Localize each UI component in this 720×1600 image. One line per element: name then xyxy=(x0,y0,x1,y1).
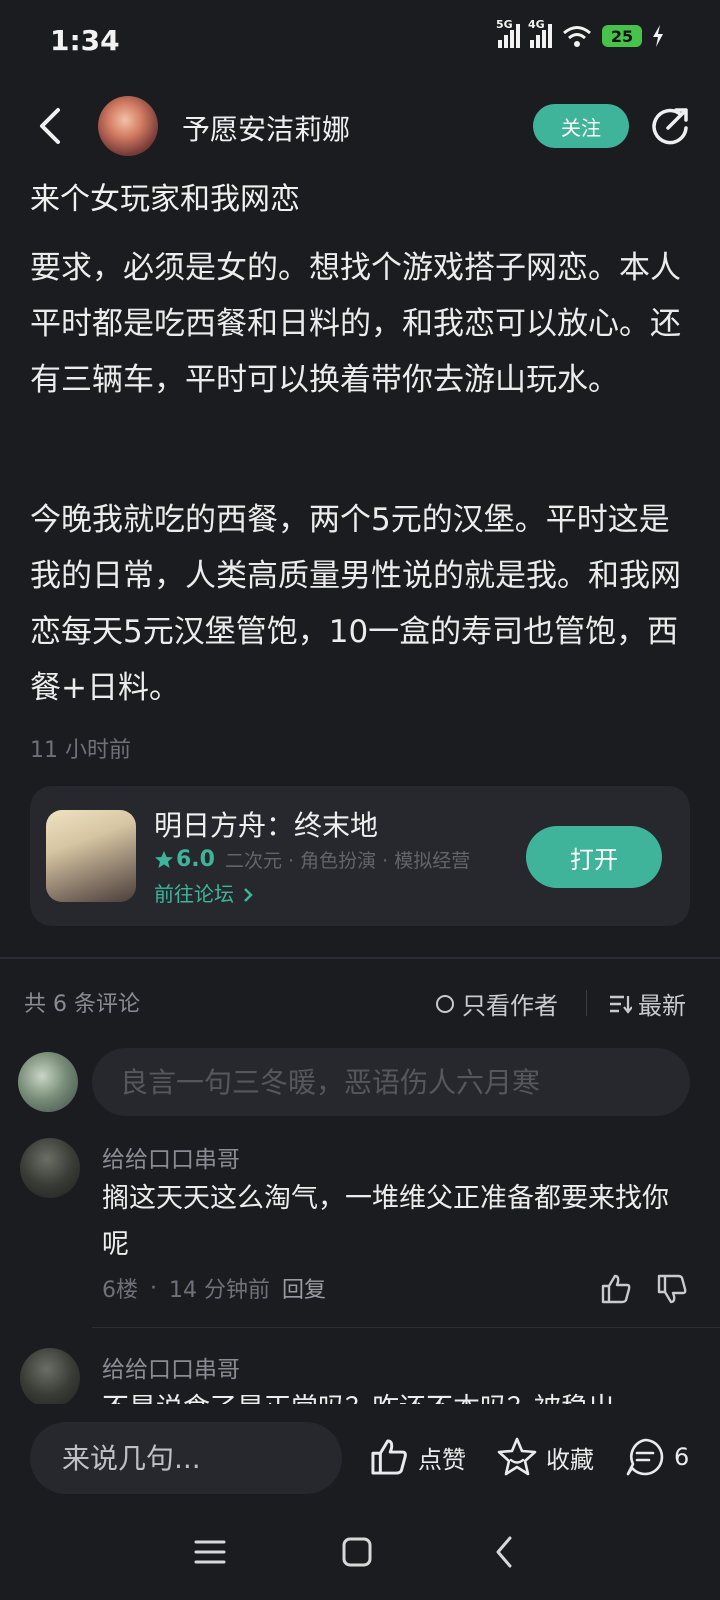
thumbs-down-icon[interactable] xyxy=(655,1272,689,1306)
game-rating: 6.0 二次元 · 角色扮演 · 模拟经营 xyxy=(154,846,470,873)
collect-button[interactable]: 收藏 xyxy=(496,1436,594,1478)
menu-icon[interactable] xyxy=(192,1536,228,1568)
sort-icon xyxy=(610,995,632,1014)
commenter-name[interactable]: 给给口口串哥 xyxy=(102,1350,240,1384)
battery-icon: 25 xyxy=(602,25,642,47)
comment-meta: 6楼 · 14 分钟前 回复 xyxy=(102,1272,326,1304)
forum-link[interactable]: 前往论坛 xyxy=(154,878,254,907)
game-tags: 二次元 · 角色扮演 · 模拟经营 xyxy=(224,850,471,872)
comment-text: 不是说食了是正常吗？咋还不本吗？被稳出 xyxy=(102,1386,692,1406)
reply-button[interactable]: 回复 xyxy=(282,1272,326,1304)
post-title: 来个女玩家和我网恋 xyxy=(30,182,300,217)
comment-text: 搁这天天这么淘气，一堆维父正准备都要来找你呢 xyxy=(102,1183,669,1260)
chevron-right-icon xyxy=(244,888,254,902)
follow-button[interactable]: 关注 xyxy=(533,104,629,148)
wifi-icon xyxy=(563,26,591,47)
post-paragraph-1: 要求，必须是女的。想找个游戏搭子网恋。本人平时都是吃西餐和日料的，和我恋可以放心… xyxy=(30,250,681,398)
comment-separator xyxy=(92,1327,720,1328)
star-outline-icon xyxy=(497,1437,537,1476)
signal-4g-icon: 4G xyxy=(528,18,552,48)
network-5g-label: 5G xyxy=(496,18,513,31)
comment-count: 共 6 条评论 xyxy=(24,992,140,1017)
like-button[interactable]: 点赞 xyxy=(368,1436,466,1478)
back-arrow-icon[interactable] xyxy=(32,104,72,148)
home-icon[interactable] xyxy=(340,1536,374,1568)
sort-label: 最新 xyxy=(638,992,686,1020)
thumbs-up-icon xyxy=(371,1439,407,1475)
system-nav-bar xyxy=(0,1516,720,1600)
status-icons: 5G 4G 25 xyxy=(496,18,664,48)
collect-label: 收藏 xyxy=(546,1445,594,1474)
charging-icon xyxy=(653,25,663,47)
game-card[interactable]: 明日方舟：终末地 6.0 二次元 · 角色扮演 · 模拟经营 前往论坛 打开 xyxy=(30,786,690,926)
commenter-avatar[interactable] xyxy=(20,1348,80,1406)
author-name[interactable]: 予愿安洁莉娜 xyxy=(182,108,350,148)
share-icon[interactable] xyxy=(650,106,690,146)
star-icon xyxy=(155,850,173,868)
network-4g-label: 4G xyxy=(528,18,545,31)
bottom-comment-input[interactable] xyxy=(30,1422,342,1494)
game-name: 明日方舟：终末地 xyxy=(154,809,379,842)
thumbs-up-icon[interactable] xyxy=(599,1272,633,1306)
post-paragraph-2: 今晚我就吃的西餐，两个5元的汉堡。平时这是我的日常，人类高质量男性说的就是我。和… xyxy=(30,502,681,706)
status-time: 1:34 xyxy=(50,24,120,57)
section-divider xyxy=(0,957,720,959)
bottom-action-bar: 点赞 收藏 6 xyxy=(0,1404,720,1524)
comment-time: 14 分钟前 xyxy=(169,1278,270,1303)
radio-circle-icon xyxy=(436,994,454,1013)
comments-button[interactable]: 6 xyxy=(624,1436,689,1478)
game-score: 6.0 xyxy=(176,847,215,872)
comment-bubble-icon xyxy=(626,1438,664,1476)
comment-2-clip: 给给口口串哥 不是说食了是正常吗？咋还不本吗？被稳出 xyxy=(0,1336,720,1406)
signal-5g-icon: 5G xyxy=(496,18,520,48)
header-separator xyxy=(586,990,587,1016)
only-author-label: 只看作者 xyxy=(462,992,558,1020)
my-avatar xyxy=(18,1052,78,1112)
back-nav-icon[interactable] xyxy=(492,1534,518,1570)
commenter-avatar[interactable] xyxy=(20,1138,80,1198)
status-bar: 1:34 5G 4G 25 xyxy=(0,0,720,84)
only-author-toggle[interactable]: 只看作者 xyxy=(436,986,558,1021)
comment-floor: 6楼 xyxy=(102,1278,138,1303)
author-avatar[interactable] xyxy=(98,96,158,156)
comment-count-badge: 6 xyxy=(674,1443,690,1471)
game-icon xyxy=(46,810,136,902)
like-label: 点赞 xyxy=(418,1445,466,1474)
comment-input[interactable] xyxy=(92,1048,690,1116)
commenter-name[interactable]: 给给口口串哥 xyxy=(102,1140,240,1174)
sort-toggle[interactable]: 最新 xyxy=(608,986,686,1021)
open-game-button[interactable]: 打开 xyxy=(526,826,662,888)
forum-link-label: 前往论坛 xyxy=(154,882,234,906)
post-timestamp: 11 小时前 xyxy=(30,738,131,763)
